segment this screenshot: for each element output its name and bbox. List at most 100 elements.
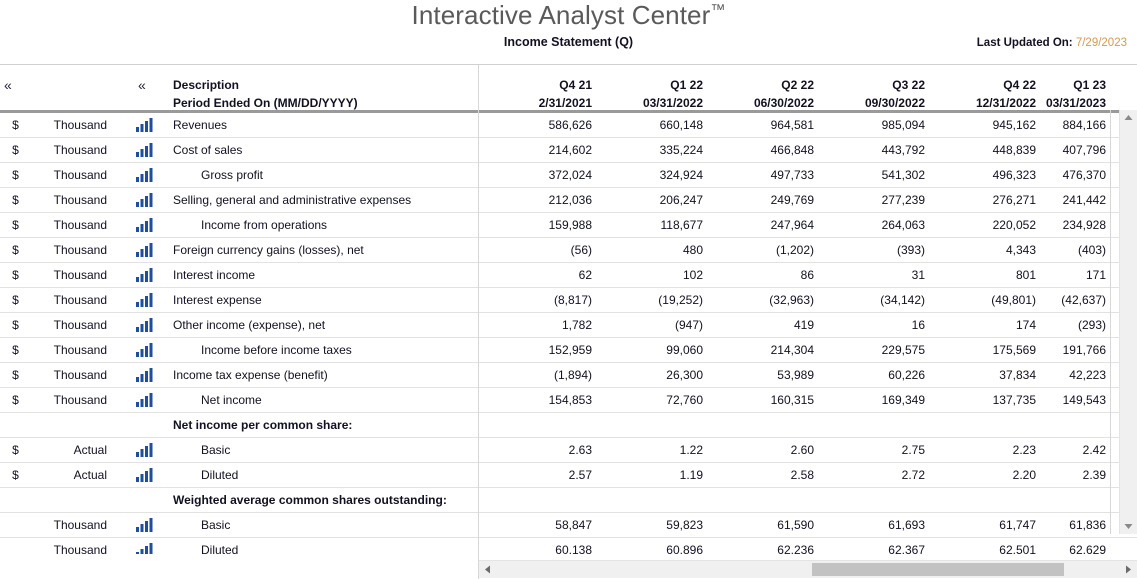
cell-value: (32,963) (769, 293, 814, 307)
cell-value: 407,796 (1062, 143, 1106, 157)
cell-value: 2.39 (1082, 468, 1106, 482)
row-description[interactable]: Diluted (173, 463, 501, 487)
cell-value: 497,733 (770, 168, 814, 182)
cell-value: 99,060 (666, 343, 703, 357)
cell-value: 419 (793, 318, 814, 332)
cell-value: 191,766 (1062, 343, 1106, 357)
table-row: $ Actual Basic 2.63 1.22 2.60 2.75 2.23 2.42 (0, 438, 1137, 463)
table-row: $ Thousand Selling, general and administra… (0, 188, 1137, 213)
cell-value: 61,590 (777, 518, 814, 532)
column-header-period-2: 03/31/2022 (642, 96, 703, 110)
cell-value: 118,677 (660, 218, 704, 232)
unit-label: Thousand (53, 393, 107, 407)
scroll-up-arrow-icon[interactable] (1120, 110, 1137, 127)
column-header-period-4: 09/30/2022 (864, 96, 925, 110)
row-description[interactable]: Revenues (173, 113, 473, 137)
data-pane-right-divider (1110, 110, 1111, 534)
bar-chart-icon[interactable] (136, 518, 154, 532)
cell-value: (56) (570, 243, 592, 257)
bar-chart-icon[interactable] (136, 293, 154, 307)
bar-chart-icon[interactable] (136, 318, 154, 332)
row-description[interactable]: Other income (expense), net (173, 313, 473, 337)
cell-value: 335,224 (659, 143, 703, 157)
row-description[interactable]: Gross profit (173, 163, 501, 187)
cell-value: 2.75 (901, 443, 925, 457)
row-description: Net income per common share: (173, 418, 353, 432)
bar-chart-icon[interactable] (136, 193, 154, 207)
bar-chart-icon[interactable] (136, 368, 154, 382)
scroll-down-arrow-icon[interactable] (1120, 517, 1137, 534)
row-description[interactable]: Foreign currency gains (losses), net (173, 238, 473, 262)
row-description[interactable]: Net income (173, 388, 501, 412)
row-description[interactable]: Interest expense (173, 288, 473, 312)
bar-chart-icon[interactable] (136, 218, 154, 232)
bar-chart-icon[interactable] (136, 168, 154, 182)
bar-chart-icon[interactable] (136, 143, 154, 157)
bar-chart-icon[interactable] (136, 468, 154, 482)
unit-label: Thousand (53, 293, 107, 307)
bar-chart-icon[interactable] (136, 343, 154, 357)
currency-symbol: $ (12, 218, 19, 232)
unit-label: Thousand (53, 343, 107, 357)
trademark-symbol: ™ (710, 1, 726, 19)
cell-value: (393) (896, 243, 925, 257)
cell-value: 61,836 (1069, 518, 1106, 532)
row-description[interactable]: Income tax expense (benefit) (173, 363, 473, 387)
table-row: Thousand Basic 58,847 59,823 61,590 61,693 61,… (0, 513, 1137, 538)
cell-value: (1,202) (775, 243, 814, 257)
table-row: $ Thousand Gross profit 372,024 324,924 497,7… (0, 163, 1137, 188)
cell-value: 42,223 (1069, 368, 1106, 382)
row-description[interactable]: Income before income taxes (173, 338, 501, 362)
frozen-pane-divider (478, 65, 479, 579)
table-row: $ Thousand Income tax expense (benefit) (1,… (0, 363, 1137, 388)
bar-chart-icon[interactable] (136, 118, 154, 132)
table-body: $ Thousand Revenues 586,626 660,148 964,581 98… (0, 113, 1137, 558)
cell-value: 964,581 (770, 118, 814, 132)
row-description[interactable]: Selling, general and administrative expe… (173, 188, 473, 212)
cell-value: 152,959 (548, 343, 592, 357)
row-description[interactable]: Basic (173, 513, 501, 537)
column-header-period-3: 06/30/2022 (753, 96, 814, 110)
cell-value: 985,094 (881, 118, 925, 132)
cell-value: 53,989 (777, 368, 814, 382)
page-header: Interactive Analyst Center™ Income State… (0, 0, 1137, 64)
cell-value: 58,847 (555, 518, 592, 532)
cell-value: 234,928 (1062, 218, 1106, 232)
currency-symbol: $ (12, 243, 19, 257)
unit-label: Thousand (53, 368, 107, 382)
table-row: $ Thousand Revenues 586,626 660,148 964,581 98… (0, 113, 1137, 138)
cell-value: 16 (911, 318, 925, 332)
bar-chart-icon[interactable] (136, 268, 154, 282)
cell-value: 149,543 (1062, 393, 1106, 407)
row-description[interactable]: Interest income (173, 263, 473, 287)
cell-value: 72,760 (666, 393, 703, 407)
cell-value: (34,142) (880, 293, 925, 307)
cell-value: 324,924 (659, 168, 703, 182)
bar-chart-icon[interactable] (136, 443, 154, 457)
unit-label: Actual (73, 443, 107, 457)
bar-chart-icon[interactable] (136, 243, 154, 257)
horizontal-scrollbar-thumb[interactable] (812, 563, 1064, 576)
row-description[interactable]: Cost of sales (173, 138, 473, 162)
column-header-period-6: 03/31/2023 (1045, 96, 1106, 110)
vertical-scrollbar[interactable] (1119, 110, 1137, 534)
row-description[interactable]: Basic (173, 438, 501, 462)
cell-value: 2.57 (568, 468, 592, 482)
cell-value: 264,063 (881, 218, 925, 232)
currency-symbol: $ (12, 443, 19, 457)
cell-value: (8,817) (553, 293, 592, 307)
currency-symbol: $ (12, 118, 19, 132)
scroll-left-arrow-icon[interactable] (479, 561, 496, 578)
cell-value: 62 (578, 268, 592, 282)
cell-value: (403) (1077, 243, 1106, 257)
bar-chart-icon[interactable] (136, 393, 154, 407)
horizontal-scrollbar[interactable] (479, 560, 1137, 578)
column-header-period: Period Ended On (MM/DD/YYYY) (173, 96, 358, 110)
table-section-row: Net income per common share: (0, 413, 1137, 438)
table-section-row: Weighted average common shares outstandi… (0, 488, 1137, 513)
cell-value: 214,304 (770, 343, 814, 357)
last-updated: Last Updated On: 7/29/2023 (977, 36, 1127, 50)
scroll-right-arrow-icon[interactable] (1120, 561, 1137, 578)
cell-value: 1.19 (679, 468, 703, 482)
row-description[interactable]: Income from operations (173, 213, 501, 237)
